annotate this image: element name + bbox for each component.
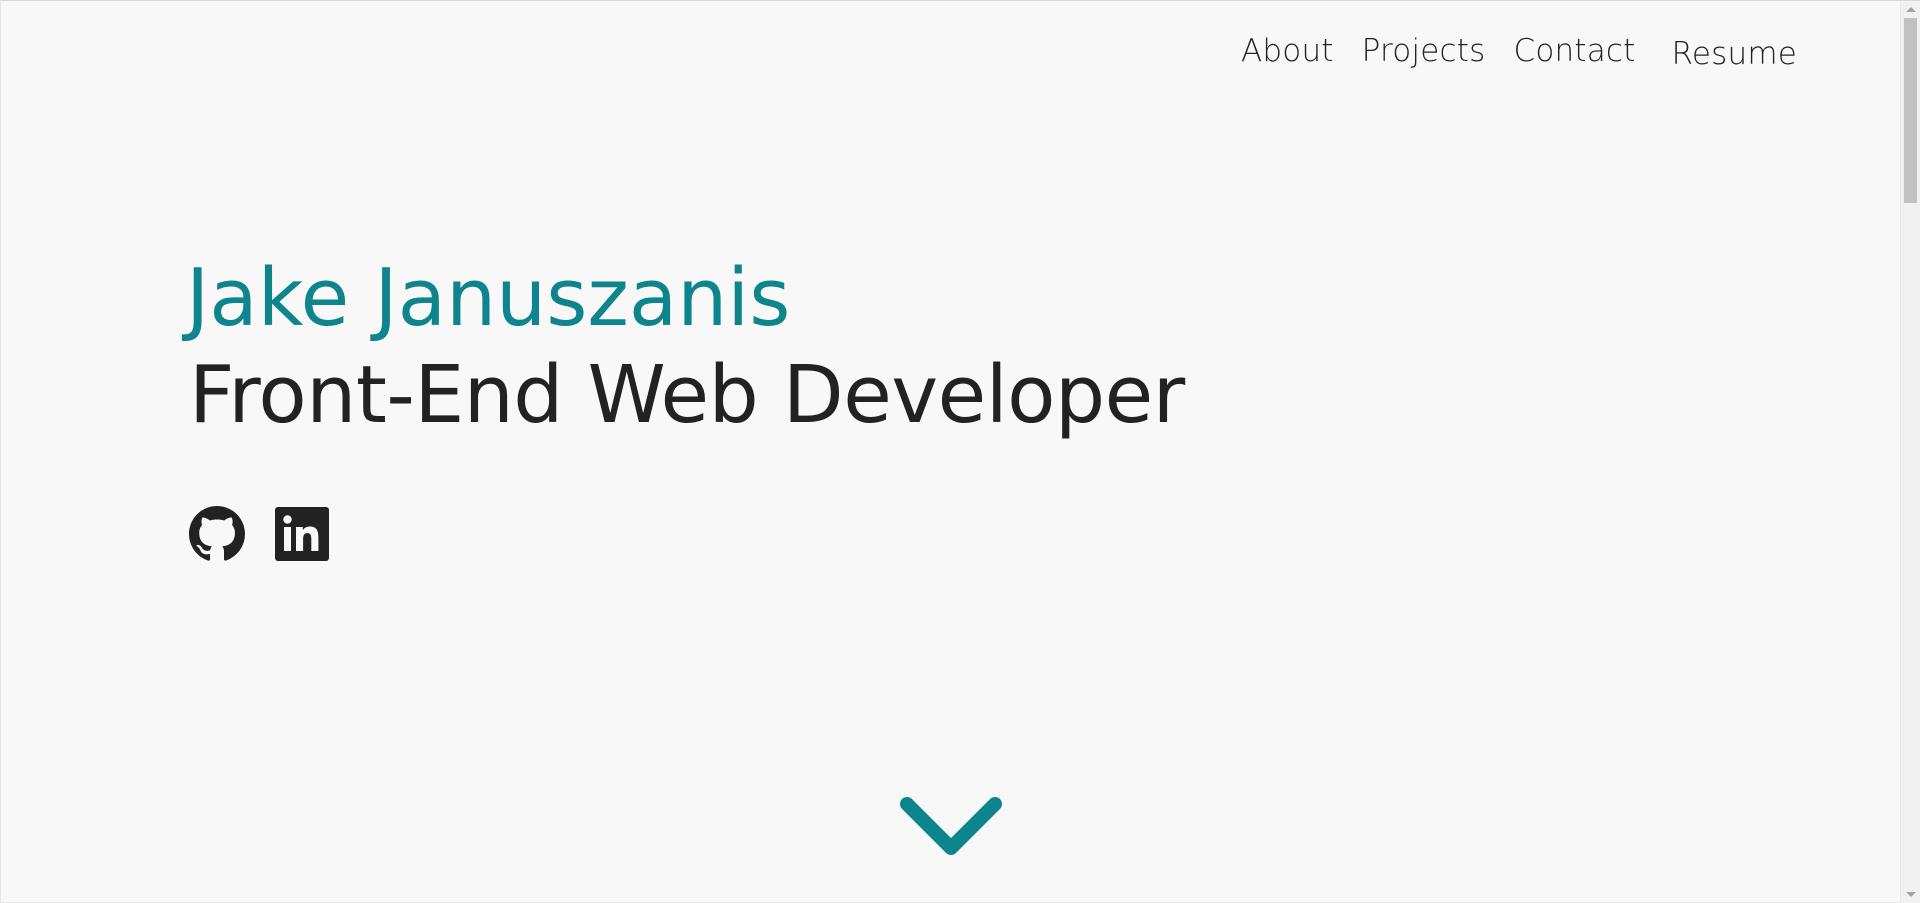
vertical-scrollbar[interactable] — [1900, 1, 1920, 903]
scroll-down-button[interactable] — [897, 794, 1005, 860]
github-link[interactable] — [189, 506, 245, 562]
social-links — [189, 506, 330, 562]
github-icon — [189, 506, 245, 561]
hero: Jake Januszanis Front-End Web Developer — [186, 259, 1185, 435]
scroll-up-arrow-icon[interactable] — [1906, 7, 1916, 12]
nav-link-contact[interactable]: Contact — [1513, 35, 1635, 67]
hero-name: Jake Januszanis — [186, 252, 791, 344]
hero-role: Front-End Web Developer — [189, 349, 1185, 441]
linkedin-icon — [275, 507, 329, 561]
linkedin-link[interactable] — [274, 506, 330, 562]
scroll-down-arrow-icon[interactable] — [1906, 892, 1916, 897]
scrollbar-thumb[interactable] — [1904, 18, 1917, 203]
top-nav: About Projects Contact Resume — [1241, 29, 1797, 73]
page: About Projects Contact Resume Jake Janus… — [0, 0, 1920, 903]
nav-link-projects[interactable]: Projects — [1362, 35, 1486, 67]
chevron-down-icon — [900, 797, 1002, 855]
nav-link-about[interactable]: About — [1241, 35, 1334, 67]
nav-link-resume[interactable]: Resume — [1672, 38, 1798, 70]
